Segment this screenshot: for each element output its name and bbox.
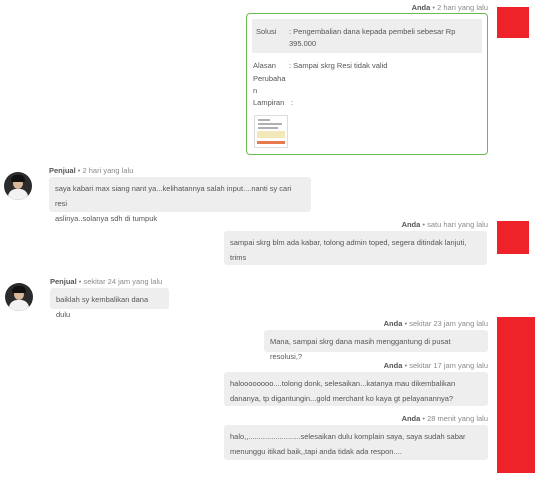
sender-name: Anda <box>401 220 421 229</box>
perubahan-label: Perubaha <box>253 74 286 83</box>
message-bubble: halo,,.........................selesaika… <box>224 425 488 460</box>
lampiran-label: Lampiran <box>253 98 285 107</box>
seller-avatar[interactable] <box>5 283 33 311</box>
resolution-card: Solusi : Pengembalian dana kepada pembel… <box>246 13 488 155</box>
message-meta: Penjual • 2 hari yang lalu <box>49 166 134 175</box>
message-meta: Anda • 2 hari yang lalu <box>411 3 488 12</box>
message-bubble: haloooooooo....tolong donk, selesaikan..… <box>224 372 488 406</box>
message-time: 2 hari yang lalu <box>82 166 134 175</box>
attachment-thumbnail[interactable] <box>254 115 288 148</box>
message-line: aslinya..solanya sdh di tumpuk <box>55 214 158 223</box>
lampiran-value: : <box>291 98 294 107</box>
message-time: sekitar 17 jam yang lalu <box>409 361 488 370</box>
solusi-amount: 395.000 <box>289 39 317 48</box>
message-line: halo,,.........................selesaika… <box>230 432 466 441</box>
message-line: haloooooooo....tolong donk, selesaikan..… <box>230 379 456 388</box>
message-bubble: saya kabari max siang nant ya...kelihata… <box>49 177 311 223</box>
message-line: dananya, tp digantungin...gold merchant … <box>230 394 454 403</box>
alasan-label: Alasan <box>253 61 276 70</box>
sender-name: Anda <box>383 361 403 370</box>
sender-name: Penjual <box>49 166 76 175</box>
message-meta: Anda • sekitar 23 jam yang lalu <box>383 319 488 328</box>
sender-name: Anda <box>401 414 421 423</box>
buyer-avatar[interactable] <box>497 317 535 473</box>
sender-name: Penjual <box>50 277 77 286</box>
message-line: baiklah sy kembalikan dana dulu <box>56 295 149 319</box>
message-time: sekitar 23 jam yang lalu <box>409 319 488 328</box>
message-meta: Anda • sekitar 17 jam yang lalu <box>383 361 488 370</box>
message-meta: Penjual • sekitar 24 jam yang lalu <box>50 277 163 286</box>
solusi-label: Solusi <box>256 27 277 36</box>
message-line: sampai skrg blm ada kabar, tolong admin … <box>230 238 467 247</box>
sender-name: Anda <box>411 3 431 12</box>
solusi-value: : Pengembalian dana kepada pembeli sebes… <box>289 27 456 36</box>
message-meta: Anda • satu hari yang lalu <box>401 220 488 229</box>
message-time: sekitar 24 jam yang lalu <box>83 277 163 286</box>
perubahan-label-2: n <box>253 86 258 95</box>
alasan-value: : Sampai skrg Resi tidak valid <box>289 61 388 70</box>
message-bubble: baiklah sy kembalikan dana dulu <box>50 288 169 319</box>
message-line: saya kabari max siang nant ya...kelihata… <box>55 184 292 208</box>
buyer-avatar[interactable] <box>497 7 529 38</box>
message-time: 28 menit yang lalu <box>427 414 488 423</box>
message-meta: Anda • 28 menit yang lalu <box>401 414 488 423</box>
message-line: menunggu itikad baik,,tapi anda tidak ad… <box>230 447 402 456</box>
message-bubble: sampai skrg blm ada kabar, tolong admin … <box>224 231 487 265</box>
message-line: Mana, sampai skrg dana masih menggantung… <box>270 337 451 361</box>
message-time: satu hari yang lalu <box>427 220 488 229</box>
buyer-avatar[interactable] <box>497 221 529 254</box>
message-line: trims <box>230 253 247 262</box>
message-time: 2 hari yang lalu <box>437 3 488 12</box>
sender-name: Anda <box>383 319 403 328</box>
seller-avatar[interactable] <box>4 172 32 200</box>
message-bubble: Mana, sampai skrg dana masih menggantung… <box>264 330 488 361</box>
